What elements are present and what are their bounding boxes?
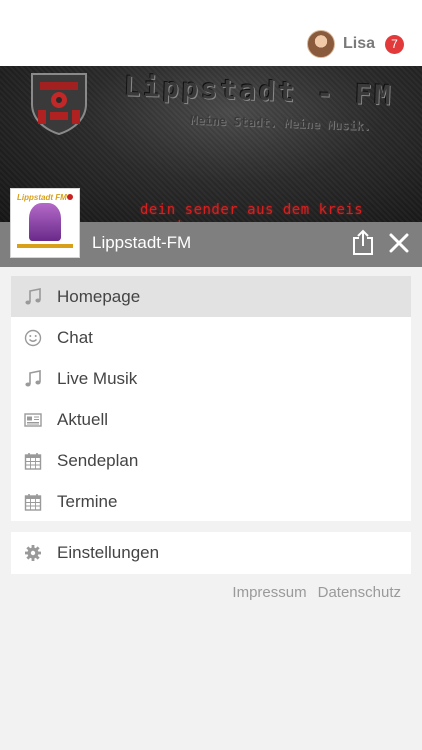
station-logo: Lippstadt FM bbox=[10, 188, 80, 258]
avatar[interactable] bbox=[306, 30, 335, 58]
station-logo-text: Lippstadt FM bbox=[17, 193, 67, 202]
top-bar: Lisa 7 bbox=[0, 0, 422, 66]
menu-label: Termine bbox=[57, 491, 118, 511]
gear-icon bbox=[25, 545, 41, 561]
menu-item-sendeplan[interactable]: Sendeplan bbox=[11, 440, 411, 481]
banner-slogan: Meine Stadt. Meine Musik. bbox=[189, 112, 371, 134]
user-name[interactable]: Lisa bbox=[343, 35, 375, 53]
impressum-link[interactable]: Impressum bbox=[232, 584, 306, 601]
menu-item-live-musik[interactable]: Live Musik bbox=[11, 358, 411, 399]
calendar-icon bbox=[24, 453, 42, 470]
menu-item-chat[interactable]: Chat bbox=[11, 317, 411, 358]
menu-label: Homepage bbox=[57, 286, 141, 306]
main-menu: Homepage Chat Live Musik Aktuell Sendepl… bbox=[11, 276, 411, 521]
coat-of-arms-icon bbox=[31, 73, 87, 136]
banner-title: Lippstadt - FM bbox=[123, 71, 395, 112]
music-note-icon bbox=[25, 288, 41, 305]
music-note-icon bbox=[25, 370, 41, 387]
menu-label: Aktuell bbox=[57, 409, 109, 429]
station-name: Lippstadt-FM bbox=[92, 233, 192, 252]
menu-label: Chat bbox=[57, 327, 93, 347]
menu-item-einstellungen[interactable]: Einstellungen bbox=[11, 532, 411, 573]
footer-links: Impressum Datenschutz bbox=[232, 584, 401, 601]
settings-menu: Einstellungen bbox=[11, 532, 411, 574]
menu-label: Live Musik bbox=[57, 368, 138, 388]
menu-label: Sendeplan bbox=[57, 450, 139, 470]
share-icon[interactable] bbox=[351, 229, 375, 255]
close-icon[interactable] bbox=[389, 233, 409, 253]
banner-tagline: dein sender aus dem kreis soest. bbox=[140, 202, 364, 222]
menu-label: Einstellungen bbox=[57, 542, 160, 562]
menu-item-termine[interactable]: Termine bbox=[11, 481, 411, 522]
notification-badge[interactable]: 7 bbox=[385, 34, 404, 54]
menu-item-aktuell[interactable]: Aktuell bbox=[11, 399, 411, 440]
calendar-icon bbox=[24, 494, 42, 511]
logo-dot bbox=[67, 194, 73, 200]
logo-bar bbox=[17, 244, 73, 248]
menu-item-homepage[interactable]: Homepage bbox=[11, 276, 411, 317]
newspaper-icon bbox=[24, 413, 42, 427]
datenschutz-link[interactable]: Datenschutz bbox=[318, 584, 401, 601]
smiley-icon bbox=[24, 329, 42, 347]
user-profile[interactable]: Lisa 7 bbox=[306, 30, 404, 58]
logo-figure bbox=[29, 203, 61, 241]
